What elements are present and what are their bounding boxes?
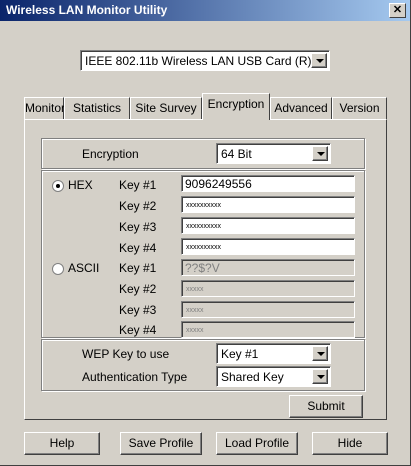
auth-type-select[interactable]: Shared Key [216, 366, 331, 387]
encryption-panel: Encryption 64 Bit HEX Key #1 9096249556 … [24, 119, 387, 420]
tab-site-survey[interactable]: Site Survey [130, 97, 202, 119]
encryption-mode-group: Encryption 64 Bit [41, 138, 365, 169]
tab-label: Statistics [72, 101, 121, 115]
ascii-key1-input[interactable]: ??$?V [181, 259, 355, 276]
adapter-select-value: IEEE 802.11b Wireless LAN USB Card (R) [85, 54, 312, 68]
ascii-key2-input[interactable]: xxxxx [181, 280, 355, 297]
hex-key1-input[interactable]: 9096249556 [181, 175, 355, 192]
adapter-select[interactable]: IEEE 802.11b Wireless LAN USB Card (R) [80, 50, 330, 71]
tab-advanced[interactable]: Advanced [270, 97, 332, 119]
help-button[interactable]: Help [24, 432, 100, 455]
hex-key1-value: 9096249556 [185, 177, 252, 191]
wep-key-select-value: Key #1 [221, 347, 259, 361]
encryption-select[interactable]: 64 Bit [216, 143, 331, 164]
ascii-key3-input[interactable]: xxxxx [181, 301, 355, 318]
tab-version[interactable]: Version [332, 97, 387, 119]
wep-auth-group: WEP Key to use Key #1 Authentication Typ… [41, 339, 365, 391]
auth-type-label: Authentication Type [82, 370, 188, 384]
encryption-label: Encryption [82, 147, 139, 161]
chevron-down-icon[interactable] [312, 369, 328, 384]
tab-monitor[interactable]: Monitor [24, 97, 66, 119]
hex-key3-value: xxxxxxxxxx [186, 223, 221, 230]
ascii-key3-label: Key #3 [119, 303, 157, 317]
hex-key2-value: xxxxxxxxxx [186, 202, 221, 209]
hex-key1-label: Key #1 [119, 178, 157, 192]
ascii-radio[interactable] [52, 263, 64, 275]
tab-label: Site Survey [135, 101, 197, 115]
hex-key4-label: Key #4 [119, 241, 157, 255]
encryption-select-value: 64 Bit [221, 147, 252, 161]
wep-key-select[interactable]: Key #1 [216, 343, 331, 364]
ascii-key2-value: xxxxx [186, 286, 204, 293]
keys-group: HEX Key #1 9096249556 Key #2 xxxxxxxxxx … [41, 170, 365, 338]
hex-key3-input[interactable]: xxxxxxxxxx [181, 217, 355, 234]
hex-key4-input[interactable]: xxxxxxxxxx [181, 238, 355, 255]
ascii-label: ASCII [68, 261, 100, 275]
tab-label: Encryption [207, 97, 265, 111]
close-icon[interactable]: ✕ [389, 3, 406, 18]
tab-label: Version [339, 101, 380, 115]
submit-button-label: Submit [307, 399, 345, 413]
hex-key2-input[interactable]: xxxxxxxxxx [181, 196, 355, 213]
ascii-key4-input[interactable]: xxxxx [181, 321, 355, 338]
chevron-down-icon[interactable] [311, 53, 327, 68]
tab-statistics[interactable]: Statistics [64, 97, 130, 119]
wep-key-label: WEP Key to use [82, 347, 170, 361]
ascii-key4-value: xxxxx [186, 327, 204, 334]
tab-label: Monitor [25, 101, 66, 115]
help-button-label: Help [49, 436, 75, 450]
ascii-key2-label: Key #2 [119, 282, 157, 296]
load-profile-label: Load Profile [224, 436, 290, 450]
hex-key4-value: xxxxxxxxxx [186, 244, 221, 251]
title-bar[interactable]: Wireless LAN Monitor Utility ✕ [0, 0, 410, 21]
tab-label: Advanced [274, 101, 328, 115]
main-window: Wireless LAN Monitor Utility ✕ IEEE 802.… [0, 0, 411, 466]
tab-encryption[interactable]: Encryption [202, 93, 270, 120]
chevron-down-icon[interactable] [312, 346, 328, 361]
submit-button[interactable]: Submit [289, 395, 363, 418]
hide-button-label: Hide [337, 436, 363, 450]
save-profile-label: Save Profile [128, 436, 194, 450]
chevron-down-icon[interactable] [312, 146, 328, 161]
hide-button[interactable]: Hide [312, 432, 388, 455]
hex-radio[interactable] [52, 180, 64, 192]
ascii-key3-value: xxxxx [186, 307, 204, 314]
ascii-key1-value: ??$?V [185, 261, 220, 275]
auth-type-select-value: Shared Key [221, 370, 284, 384]
save-profile-button[interactable]: Save Profile [120, 432, 202, 455]
ascii-key4-label: Key #4 [119, 323, 157, 337]
ascii-key1-label: Key #1 [119, 261, 157, 275]
window-title: Wireless LAN Monitor Utility [6, 3, 168, 17]
hex-key3-label: Key #3 [119, 220, 157, 234]
load-profile-button[interactable]: Load Profile [216, 432, 298, 455]
hex-label: HEX [68, 178, 93, 192]
hex-key2-label: Key #2 [119, 199, 157, 213]
